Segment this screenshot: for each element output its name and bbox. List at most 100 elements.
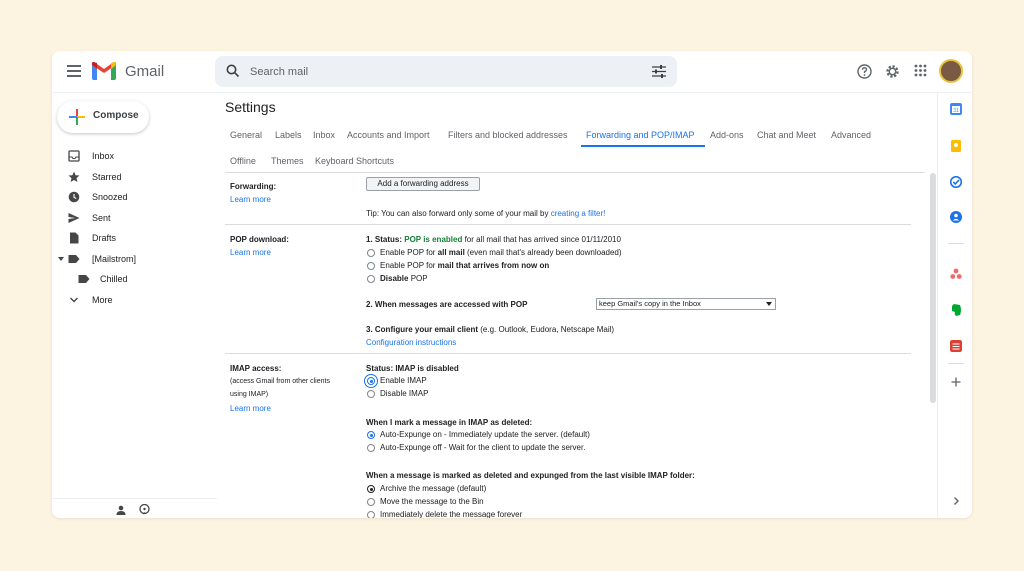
tab-inbox[interactable]: Inbox: [313, 130, 335, 140]
sidebar-item-more[interactable]: More: [52, 291, 217, 311]
tabs-divider: [225, 172, 925, 173]
compose-button[interactable]: Compose: [57, 101, 149, 133]
configuration-instructions-link[interactable]: Configuration instructions: [366, 338, 456, 347]
tab-filters-and-blocked[interactable]: Filters and blocked addresses: [448, 130, 568, 140]
tab-labels[interactable]: Labels: [275, 130, 302, 140]
pop-opt1-b: all mail: [437, 248, 465, 257]
inbox-icon: [68, 150, 80, 162]
add-forwarding-address-button[interactable]: Add a forwarding address: [366, 177, 480, 191]
settings-scrollbar[interactable]: [930, 173, 936, 403]
forwarding-learn-more-link[interactable]: Learn more: [230, 195, 271, 204]
account-avatar[interactable]: [939, 59, 963, 83]
tab-keyboard-shortcuts[interactable]: Keyboard Shortcuts: [315, 156, 394, 166]
evernote-icon[interactable]: [950, 304, 962, 316]
todoist-icon[interactable]: [950, 340, 962, 352]
disable-imap-radio[interactable]: [367, 390, 375, 398]
add-addon-plus-icon[interactable]: [950, 376, 962, 388]
gmail-window: Gmail Search mail Compose Inbox Starred …: [52, 51, 972, 518]
expunge-off-radio[interactable]: [367, 444, 375, 452]
expunge-off-label: Auto-Expunge off - Wait for the client t…: [380, 443, 586, 452]
apps-grid-icon[interactable]: [914, 64, 927, 77]
tab-general[interactable]: General: [230, 130, 262, 140]
rail-divider: [948, 363, 964, 364]
imap-deleted-question: When I mark a message in IMAP as deleted…: [366, 418, 533, 427]
pop-disable-label: Disable POP: [380, 274, 428, 283]
contacts-person-icon[interactable]: [116, 505, 126, 515]
sidebar-item-label: Chilled: [100, 274, 128, 284]
section-divider: [225, 224, 911, 225]
tab-forwarding-pop-imap[interactable]: Forwarding and POP/IMAP: [586, 130, 695, 140]
tab-advanced[interactable]: Advanced: [831, 130, 871, 140]
move-to-bin-radio[interactable]: [367, 498, 375, 506]
keep-icon[interactable]: [950, 140, 962, 152]
tab-chat-and-meet[interactable]: Chat and Meet: [757, 130, 816, 140]
tab-add-ons[interactable]: Add-ons: [710, 130, 744, 140]
pop-opt3-b: POP: [408, 274, 428, 283]
settings-main: Settings General Labels Inbox Accounts a…: [217, 93, 937, 518]
hamburger-menu-icon[interactable]: [67, 65, 81, 77]
search-options-icon[interactable]: [652, 65, 666, 78]
star-icon: [68, 171, 80, 182]
create-filter-link[interactable]: creating a filter!: [551, 209, 606, 218]
label-icon: [68, 255, 80, 263]
imap-sub-label: using IMAP): [230, 391, 269, 398]
pop-disable-radio[interactable]: [367, 275, 375, 283]
tab-offline[interactable]: Offline: [230, 156, 256, 166]
imap-status: Status: IMAP is disabled: [366, 364, 459, 373]
search-bar[interactable]: [215, 56, 677, 87]
sidebar: Compose Inbox Starred Snoozed Sent Draft…: [52, 93, 217, 518]
sidebar-item-chilled[interactable]: Chilled: [52, 270, 217, 290]
help-icon[interactable]: [857, 64, 872, 79]
imap-expunged-question: When a message is marked as deleted and …: [366, 471, 695, 480]
pop-access-select[interactable]: keep Gmail's copy in the Inbox: [596, 298, 776, 310]
sidebar-item-inbox[interactable]: Inbox: [52, 147, 217, 167]
asana-icon[interactable]: [950, 268, 962, 280]
search-input[interactable]: [250, 63, 630, 80]
calendar-icon[interactable]: 31: [950, 103, 962, 115]
search-icon[interactable]: [226, 64, 240, 78]
expunge-on-radio[interactable]: [367, 431, 375, 439]
select-arrow-icon: [766, 302, 772, 306]
sidebar-item-sent[interactable]: Sent: [52, 209, 217, 229]
forwarding-tip: Tip: You can also forward only some of y…: [366, 209, 605, 218]
pop-all-mail-radio[interactable]: [367, 249, 375, 257]
sidebar-item-mailstrom[interactable]: [Mailstrom]: [52, 250, 217, 270]
app-brand-name: Gmail: [125, 63, 165, 80]
draft-icon: [70, 232, 79, 244]
enable-imap-radio[interactable]: [367, 377, 375, 385]
label-icon: [78, 275, 90, 283]
side-panel-rail: 31: [937, 93, 972, 518]
enable-imap-label: Enable IMAP: [380, 376, 427, 385]
pop-download-label: POP download:: [230, 235, 289, 244]
pop-opt1-a: Enable POP for: [380, 248, 438, 257]
caret-down-icon[interactable]: [58, 257, 64, 261]
delete-forever-radio[interactable]: [367, 511, 375, 518]
pop-learn-more-link[interactable]: Learn more: [230, 248, 271, 257]
contacts-icon[interactable]: [950, 211, 962, 223]
tasks-icon[interactable]: [950, 176, 962, 188]
sidebar-footer: [52, 498, 217, 518]
sidebar-item-label: [Mailstrom]: [92, 254, 137, 264]
pop-opt1-c: (even mail that's already been downloade…: [464, 248, 622, 257]
pop-opt2-a: Enable POP for: [380, 261, 438, 270]
send-icon: [68, 213, 80, 223]
pop-status-value: POP is enabled: [404, 235, 463, 244]
sidebar-item-label: Snoozed: [92, 192, 128, 202]
settings-gear-icon[interactable]: [885, 64, 900, 79]
archive-message-radio[interactable]: [367, 485, 375, 493]
tab-accounts-and-import[interactable]: Accounts and Import: [347, 130, 430, 140]
sidebar-item-label: Inbox: [92, 151, 115, 161]
sidebar-item-drafts[interactable]: Drafts: [52, 229, 217, 249]
expunge-on-label: Auto-Expunge on - Immediately update the…: [380, 430, 590, 439]
chevron-down-icon: [70, 297, 78, 303]
pop-from-now-radio[interactable]: [367, 262, 375, 270]
sidebar-item-starred[interactable]: Starred: [52, 168, 217, 188]
imap-learn-more-link[interactable]: Learn more: [230, 404, 271, 413]
active-tab-indicator: [581, 145, 705, 147]
chevron-right-icon[interactable]: [950, 495, 962, 507]
tab-themes[interactable]: Themes: [271, 156, 304, 166]
sidebar-item-snoozed[interactable]: Snoozed: [52, 188, 217, 208]
chat-bubble-icon[interactable]: [139, 504, 150, 515]
pop-status-prefix: 1. Status:: [366, 235, 405, 244]
pop-from-now-label: Enable POP for mail that arrives from no…: [380, 261, 549, 270]
